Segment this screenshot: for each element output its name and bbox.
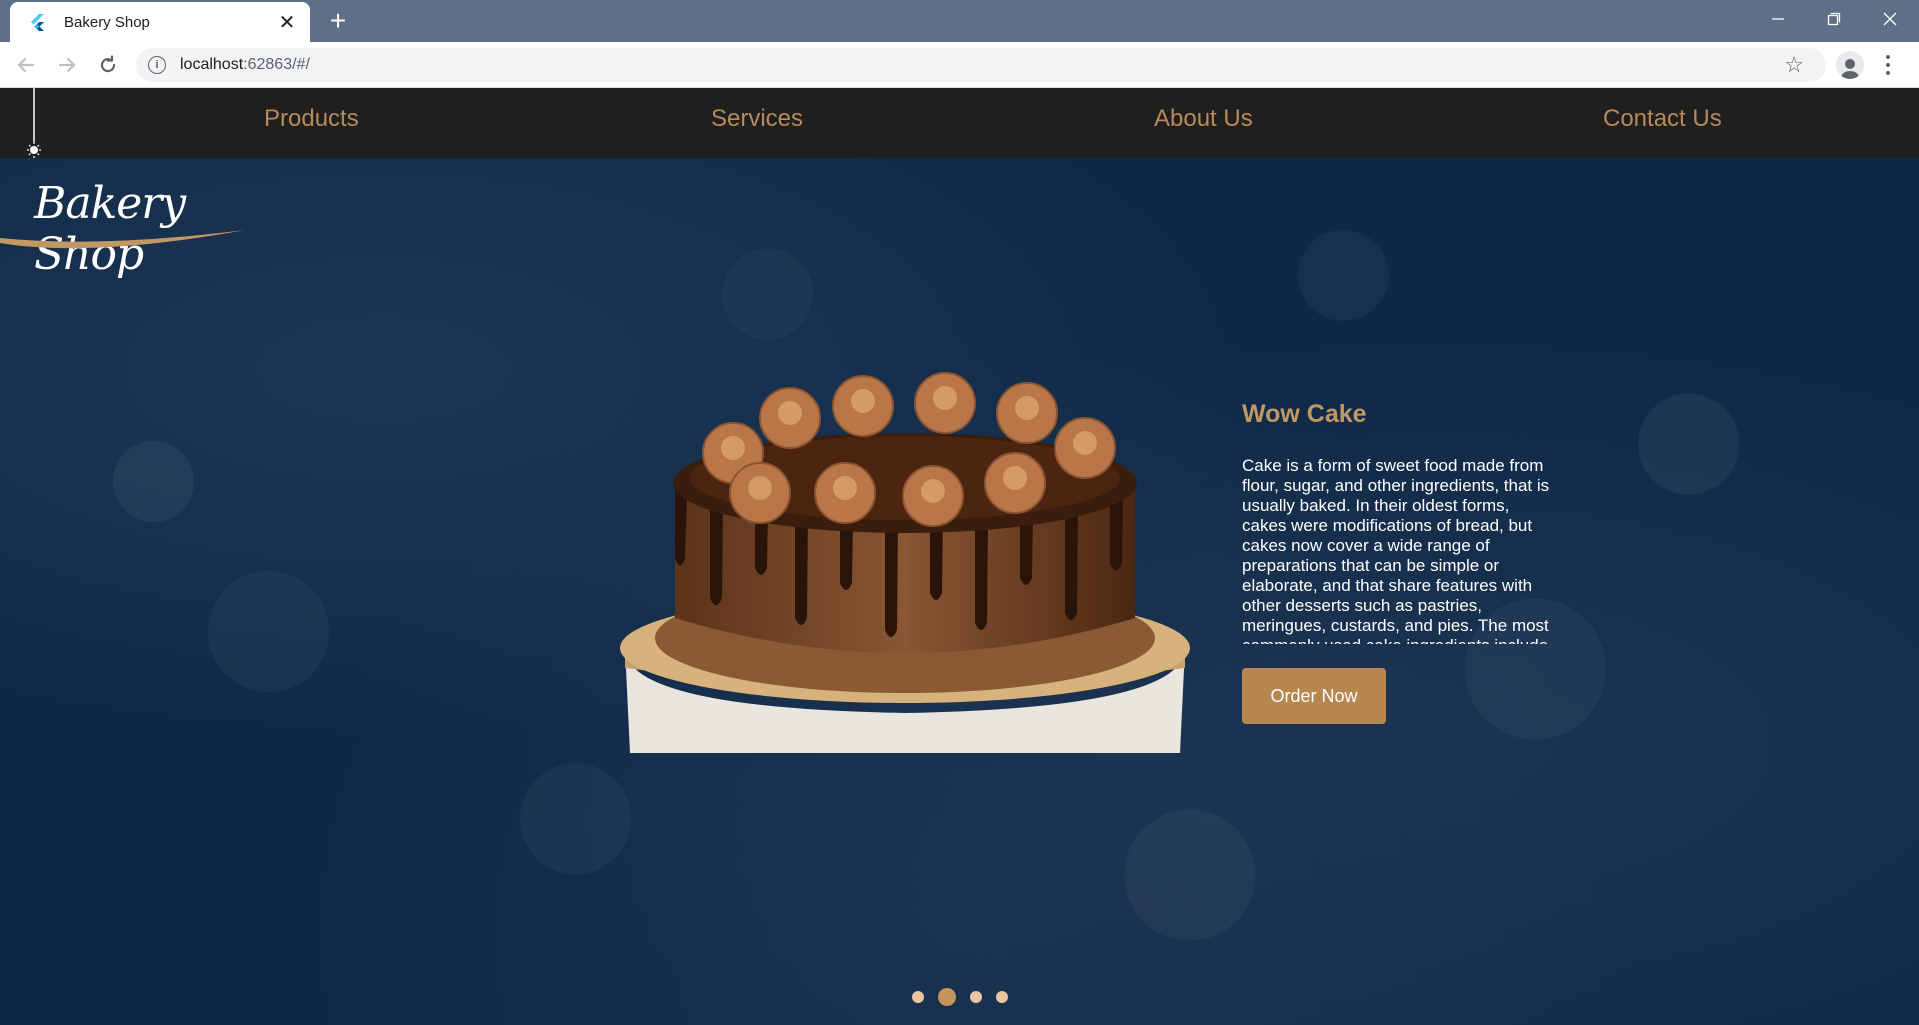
nav-products[interactable]: Products — [264, 105, 359, 133]
nav-about-us[interactable]: About Us — [1154, 105, 1253, 133]
tab-title: Bakery Shop — [64, 13, 150, 31]
carousel-dot-2-active[interactable] — [937, 988, 956, 1006]
browser-toolbar: i localhost:62863/#/ ☆ — [0, 42, 1919, 88]
browser-tab-strip: Bakery Shop ✕ + — [0, 0, 1919, 42]
forward-button[interactable] — [53, 51, 81, 79]
person-icon — [1841, 59, 1859, 79]
logo-swoosh-icon — [0, 230, 245, 249]
bookmark-star-icon[interactable]: ☆ — [1784, 54, 1804, 76]
top-navbar: Products Services About Us Contact Us — [0, 88, 1919, 158]
back-button[interactable] — [12, 51, 40, 79]
app-viewport: Products Services About Us Contact Us Ba… — [0, 88, 1919, 1025]
url-host: localhost — [180, 56, 244, 73]
arrow-right-icon — [58, 57, 76, 73]
product-title: Wow Cake — [1242, 400, 1367, 428]
hanging-lamp-icon[interactable] — [26, 88, 42, 160]
reload-icon — [100, 55, 116, 73]
product-description: Cake is a form of sweet food made from f… — [1242, 456, 1550, 644]
carousel-dot-4[interactable] — [995, 991, 1008, 1003]
kebab-menu-icon[interactable] — [1882, 53, 1894, 77]
flutter-icon — [31, 14, 44, 31]
address-bar[interactable]: i localhost:62863/#/ ☆ — [136, 48, 1826, 82]
restore-icon — [1827, 12, 1841, 26]
restore-button[interactable] — [1806, 0, 1862, 38]
order-now-button[interactable]: Order Now — [1242, 668, 1386, 724]
minimize-button[interactable] — [1750, 0, 1806, 38]
close-icon — [1883, 12, 1897, 26]
bakery-logo[interactable]: Bakery Shop — [0, 178, 250, 280]
info-icon[interactable]: i — [148, 56, 166, 74]
url-path: :62863/#/ — [243, 56, 310, 73]
close-tab-icon[interactable]: ✕ — [276, 10, 298, 35]
new-tab-button[interactable]: + — [322, 6, 354, 38]
carousel-dot-1[interactable] — [911, 991, 924, 1003]
profile-avatar-icon[interactable] — [1836, 51, 1864, 79]
close-window-button[interactable] — [1862, 0, 1918, 38]
chocolate-cake-image — [620, 372, 1190, 753]
browser-tab[interactable]: Bakery Shop ✕ — [10, 2, 310, 42]
carousel-dot-3[interactable] — [969, 991, 982, 1003]
reload-button[interactable] — [94, 51, 122, 79]
nav-contact-us[interactable]: Contact Us — [1603, 105, 1722, 133]
carousel-indicator — [0, 988, 1919, 1006]
minimize-icon — [1772, 18, 1784, 20]
arrow-left-icon — [17, 57, 35, 73]
nav-services[interactable]: Services — [711, 105, 803, 133]
url-text: localhost:62863/#/ — [180, 56, 310, 74]
